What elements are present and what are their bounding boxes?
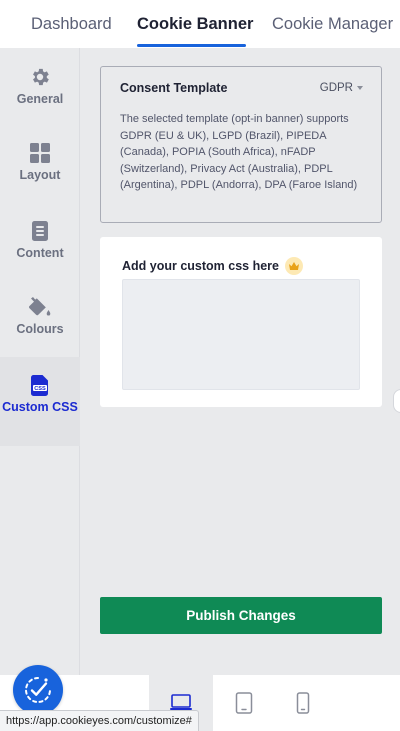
publish-changes-button[interactable]: Publish Changes: [100, 597, 382, 634]
sidebar-item-custom-css[interactable]: CSS Custom CSS: [0, 357, 80, 446]
status-url: https://app.cookieyes.com/customize#: [0, 710, 199, 731]
sidebar-item-content[interactable]: Content: [0, 220, 80, 260]
mobile-preview-button[interactable]: [271, 675, 335, 731]
consent-template-description: The selected template (opt-in banner) su…: [120, 113, 358, 192]
custom-css-card: Add your custom css here: [100, 237, 382, 407]
paint-bucket-icon: [29, 297, 51, 316]
sidebar-item-label: Content: [16, 246, 64, 260]
sidebar-item-colours[interactable]: Colours: [0, 296, 80, 336]
consent-template-selected: GDPR: [319, 82, 353, 94]
top-tab-bar: Dashboard Cookie Banner Cookie Manager: [0, 0, 400, 48]
sidebar-item-label: Colours: [16, 322, 64, 336]
css-file-icon: CSS: [31, 375, 48, 396]
mobile-icon: [296, 692, 310, 714]
tab-cookie-manager[interactable]: Cookie Manager: [272, 0, 400, 48]
sidebar-item-layout[interactable]: Layout: [0, 142, 80, 182]
panel-resize-handle[interactable]: [393, 389, 400, 413]
sidebar-item-label: General: [16, 92, 64, 106]
consent-template-dropdown[interactable]: GDPR: [320, 82, 363, 94]
document-icon: [32, 221, 48, 241]
consent-template-title: Consent Template: [120, 81, 228, 95]
tab-dashboard[interactable]: Dashboard: [31, 0, 112, 48]
custom-css-title: Add your custom css here: [122, 259, 279, 273]
tablet-preview-button[interactable]: [212, 675, 276, 731]
consent-template-card: Consent Template GDPR The selected templ…: [100, 66, 382, 223]
custom-css-editor[interactable]: [122, 279, 360, 390]
sidebar-item-general[interactable]: General: [0, 66, 80, 106]
tablet-icon: [235, 692, 253, 714]
sidebar-item-label: Custom CSS: [2, 400, 78, 414]
main-panel: Consent Template GDPR The selected templ…: [80, 48, 400, 675]
sidebar: General Layout Content Colours CSS Custo…: [0, 48, 80, 675]
grid-icon: [30, 143, 50, 163]
sidebar-item-label: Layout: [19, 168, 61, 182]
svg-text:CSS: CSS: [34, 386, 46, 392]
custom-css-heading: Add your custom css here: [122, 257, 303, 275]
cookie-check-icon: [25, 677, 51, 703]
gear-icon: [33, 68, 49, 86]
chevron-down-icon: [357, 86, 363, 90]
consent-floating-button[interactable]: [13, 665, 63, 715]
crown-icon: [285, 257, 303, 275]
tab-cookie-banner[interactable]: Cookie Banner: [137, 0, 253, 48]
